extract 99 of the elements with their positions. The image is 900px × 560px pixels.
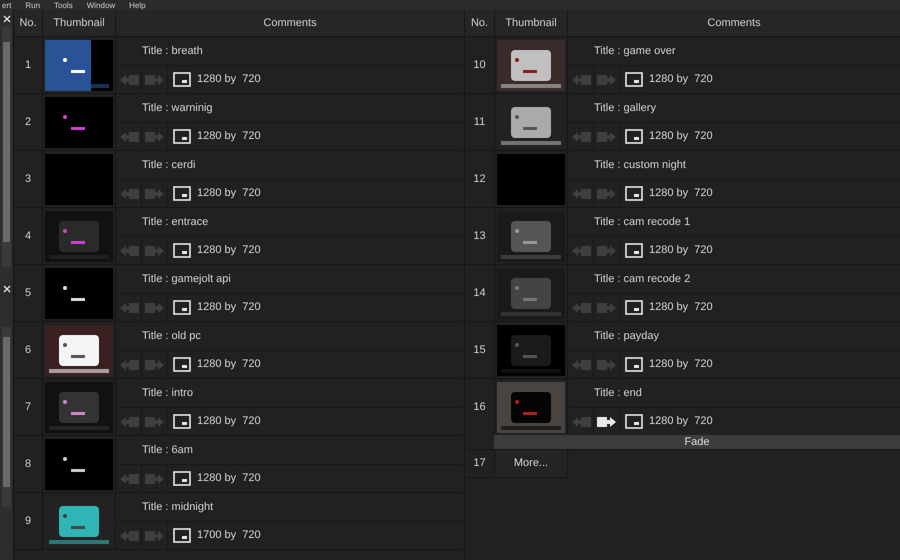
screen-size-icon: [625, 243, 643, 258]
scene-title: Title : intro: [142, 386, 193, 401]
screen-size-icon: [625, 186, 643, 201]
scene-title: Title : cam recode 2: [594, 272, 690, 287]
column-header: Thumbnail: [505, 16, 557, 31]
column-header: Comments: [263, 16, 317, 31]
resolution-text: 1280 by 720: [649, 300, 713, 316]
screen-size-icon: [173, 471, 191, 486]
screen-size-icon: [625, 414, 643, 429]
scene-title: Title : old pc: [142, 328, 201, 344]
left-arrow-icon[interactable]: [570, 188, 590, 200]
row-number: 4: [24, 228, 32, 244]
resolution-text: 1280 by 720: [649, 72, 713, 88]
resolution-text: 1280 by 720: [197, 243, 261, 258]
screen-size-icon: [625, 72, 643, 87]
menu-item[interactable]: Tools: [54, 1, 73, 10]
left-arrow-icon[interactable]: [118, 302, 138, 314]
right-arrow-icon[interactable]: [596, 416, 616, 428]
resolution-text: 1280 by 720: [197, 357, 261, 372]
scene-title: Title : breath: [142, 44, 203, 59]
scene-title: Title : game over: [594, 44, 676, 59]
resolution-text: 1280 by 720: [197, 129, 261, 144]
row-number: 13: [473, 228, 486, 244]
left-arrow-icon[interactable]: [118, 472, 138, 484]
column-header: No.: [19, 16, 37, 31]
scene-title: Title : payday: [594, 328, 660, 344]
screen-size-icon: [625, 129, 643, 144]
screen-size-icon: [625, 357, 643, 372]
screen-size-icon: [173, 528, 191, 543]
scene-title: Title : gamejolt api: [142, 272, 231, 287]
scene-title: Title : warninig: [142, 100, 213, 116]
left-arrow-icon[interactable]: [570, 130, 590, 142]
left-arrow-icon[interactable]: [118, 188, 138, 200]
column-header: Comments: [707, 16, 761, 31]
column-header: No.: [470, 16, 488, 31]
row-number: 11: [474, 114, 486, 130]
row-number: 2: [24, 114, 32, 130]
menu-item[interactable]: Help: [129, 1, 146, 10]
scene-title: Title : cam recode 1: [594, 214, 690, 230]
left-arrow-icon[interactable]: [570, 416, 590, 428]
row-number: 3: [24, 172, 32, 187]
close-icon[interactable]: [2, 285, 10, 293]
scene-title: Title : midnight: [142, 500, 214, 515]
resolution-text: 1280 by 720: [649, 357, 713, 372]
scene-title: Title : entrace: [142, 214, 208, 230]
row-number: 9: [24, 514, 32, 529]
resolution-text: 1280 by 720: [197, 186, 261, 202]
row-number: 8: [24, 456, 32, 472]
scene-title: Title : end: [594, 386, 642, 401]
left-arrow-icon[interactable]: [570, 358, 590, 370]
scene-title: Title : cerdi: [142, 158, 196, 173]
left-arrow-icon[interactable]: [118, 244, 138, 256]
row-number: 14: [473, 286, 486, 301]
menu-item[interactable]: Run: [25, 1, 40, 10]
row-number: 6: [24, 342, 32, 358]
row-number: 10: [473, 58, 486, 73]
scrollbar[interactable]: [2, 327, 11, 507]
transition-bar[interactable]: Fade: [494, 435, 900, 449]
resolution-text: 1280 by 720: [197, 471, 261, 486]
row-number: 15: [473, 342, 486, 358]
screen-size-icon: [173, 72, 191, 87]
left-arrow-icon[interactable]: [118, 530, 138, 542]
screen-size-icon: [173, 186, 191, 201]
screen-size-icon: [173, 243, 191, 258]
resolution-text: 1700 by 720: [197, 528, 261, 544]
screen-size-icon: [173, 129, 191, 144]
scrollbar[interactable]: [2, 27, 11, 267]
row-number: 17: [473, 456, 486, 472]
left-arrow-icon[interactable]: [118, 416, 138, 428]
screen-size-icon: [173, 414, 191, 429]
row-number: 1: [24, 58, 32, 73]
left-arrow-icon[interactable]: [570, 74, 590, 86]
more-button[interactable]: More...: [495, 450, 568, 478]
resolution-text: 1280 by 720: [649, 186, 713, 202]
resolution-text: 1280 by 720: [649, 243, 713, 258]
close-icon[interactable]: [2, 15, 10, 23]
scene-title: Title : gallery: [594, 100, 656, 116]
left-arrow-icon[interactable]: [570, 244, 590, 256]
scene-title: Title : 6am: [142, 442, 193, 458]
screen-size-icon: [625, 300, 643, 315]
left-arrow-icon[interactable]: [118, 358, 138, 370]
row-number: 16: [473, 400, 486, 415]
row-number: 5: [24, 286, 32, 301]
resolution-text: 1280 by 720: [649, 129, 713, 144]
row-number: 12: [473, 172, 486, 187]
row-number: 7: [24, 400, 32, 415]
menu-item[interactable]: ert: [2, 1, 12, 10]
resolution-text: 1280 by 720: [197, 72, 261, 88]
screen-size-icon: [173, 300, 191, 315]
left-arrow-icon[interactable]: [118, 130, 138, 142]
menu-item[interactable]: Window: [86, 1, 116, 10]
scene-title: Title : custom night: [594, 158, 686, 173]
resolution-text: 1280 by 720: [197, 414, 261, 430]
resolution-text: 1280 by 720: [197, 300, 261, 316]
left-arrow-icon[interactable]: [118, 74, 138, 86]
column-header: Thumbnail: [53, 16, 105, 31]
screen-size-icon: [173, 357, 191, 372]
resolution-text: 1280 by 720: [649, 414, 713, 430]
left-arrow-icon[interactable]: [570, 302, 590, 314]
